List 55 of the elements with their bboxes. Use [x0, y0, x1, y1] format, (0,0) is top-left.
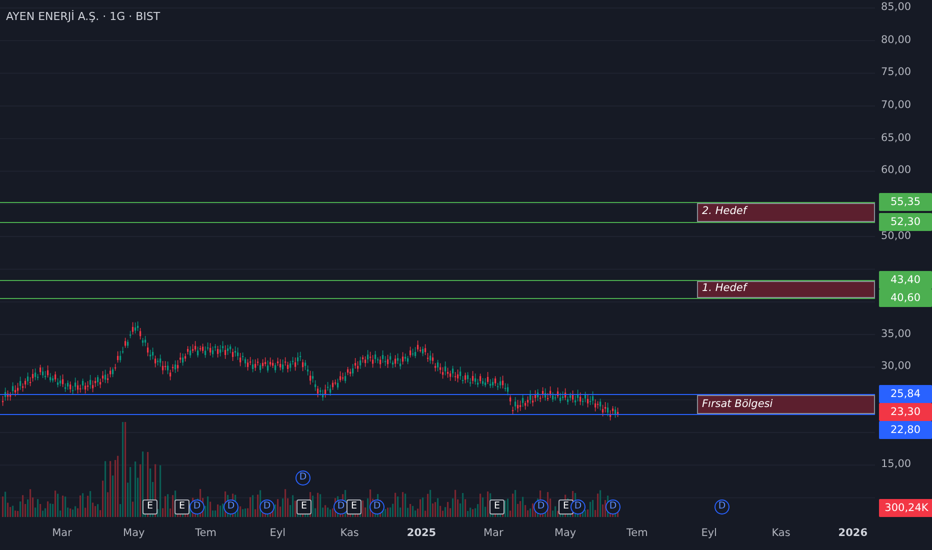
price-tick: 85,00	[881, 0, 912, 16]
chart-title: AYEN ENERJİ A.Ş. · 1G · BIST	[6, 9, 160, 25]
volume-label: 300,24K	[879, 499, 932, 517]
date-label: 2025	[406, 526, 436, 541]
earnings-marker[interactable]: E	[174, 500, 190, 514]
price-tick: 15,00	[881, 457, 912, 472]
date-label: Kas	[340, 526, 359, 541]
last-price-label: 23,30	[879, 403, 932, 422]
earnings-marker[interactable]: E	[296, 500, 312, 514]
date-label: May	[123, 526, 145, 541]
dividend-marker[interactable]: D	[370, 500, 384, 514]
earnings-marker[interactable]: E	[142, 500, 158, 514]
price-label: 40,60	[879, 288, 932, 307]
date-label: May	[554, 526, 576, 541]
price-label: 52,30	[879, 212, 932, 231]
price-tick: 75,00	[881, 65, 912, 80]
level-line[interactable]	[0, 394, 875, 396]
price-label: 43,40	[879, 270, 932, 289]
dividend-marker[interactable]: D	[534, 500, 548, 514]
earnings-marker[interactable]: E	[490, 500, 504, 514]
dividend-marker[interactable]: D	[570, 500, 586, 514]
date-label: Eyl	[701, 526, 717, 541]
price-tick: 30,00	[881, 359, 912, 374]
date-label: 2026	[838, 526, 868, 541]
price-label: 25,84	[879, 385, 932, 404]
dividend-marker[interactable]: D	[296, 470, 310, 486]
dividend-marker[interactable]: D	[606, 500, 620, 514]
dividend-marker[interactable]: D	[224, 500, 238, 514]
price-tick: 60,00	[881, 163, 912, 178]
level-line[interactable]	[0, 280, 875, 281]
zone-label[interactable]: 2. Hedef	[697, 202, 875, 222]
date-label: Tem	[626, 526, 648, 541]
price-tick: 65,00	[881, 130, 912, 146]
date-label: Kas	[772, 526, 790, 541]
level-line[interactable]	[0, 202, 875, 203]
zone-label[interactable]: Fırsat Bölgesi	[697, 395, 875, 414]
date-label: Tem	[195, 526, 216, 541]
zone-label[interactable]: 1. Hedef	[697, 280, 875, 298]
price-tick: 80,00	[881, 32, 912, 48]
dividend-marker[interactable]: D	[714, 500, 730, 514]
price-tick: 70,00	[881, 98, 912, 114]
date-label: Mar	[483, 526, 504, 541]
price-label: 22,80	[879, 421, 932, 440]
earnings-marker[interactable]: E	[558, 500, 574, 514]
level-line[interactable]	[0, 222, 875, 223]
price-label: 55,35	[879, 192, 932, 211]
dividend-marker[interactable]: D	[190, 500, 204, 514]
level-line[interactable]	[0, 298, 875, 299]
price-tick: 50,00	[881, 228, 912, 244]
price-tick: 35,00	[881, 326, 912, 342]
level-line[interactable]	[0, 414, 875, 416]
dividend-marker[interactable]: D	[260, 500, 274, 514]
date-label: Mar	[52, 526, 72, 541]
date-label: Eyl	[270, 526, 286, 541]
earnings-marker[interactable]: E	[346, 500, 362, 514]
